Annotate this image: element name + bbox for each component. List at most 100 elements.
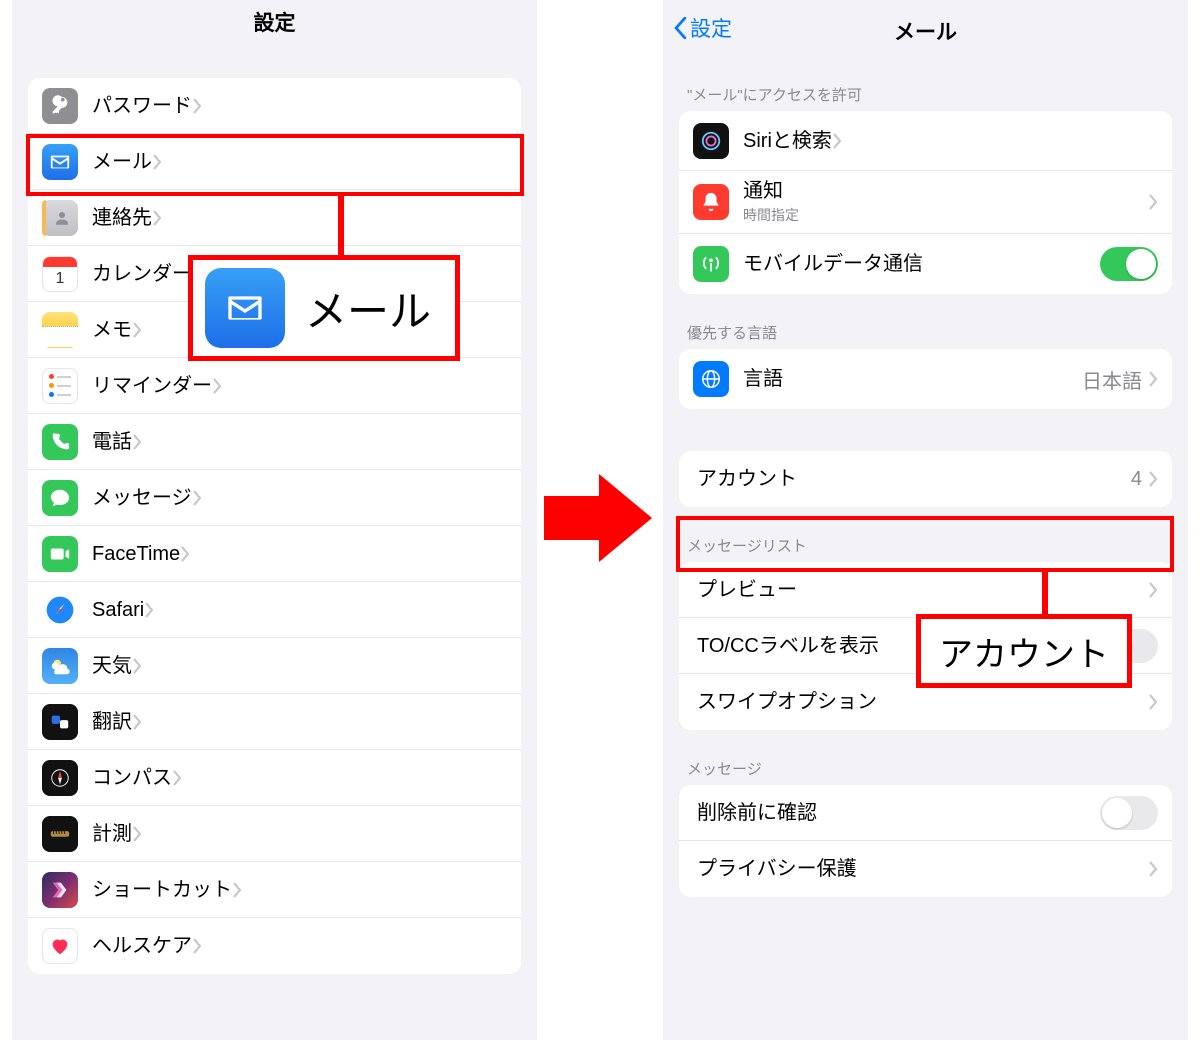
- row-label: 天気: [92, 654, 132, 678]
- row-label: FaceTime: [92, 542, 180, 566]
- cellular-toggle[interactable]: [1100, 247, 1158, 281]
- chevron-right-icon: [212, 378, 222, 394]
- health-icon: [42, 928, 78, 964]
- row-label: 言語: [743, 367, 783, 391]
- chevron-right-icon: [1148, 861, 1158, 877]
- back-button[interactable]: 設定: [673, 0, 732, 56]
- chevron-right-icon: [1148, 582, 1158, 598]
- row-label: カレンダー: [92, 262, 192, 286]
- row-reminders[interactable]: リマインダー: [28, 358, 521, 414]
- row-siri[interactable]: Siriと検索: [679, 111, 1172, 171]
- nav-title-right: メール: [894, 16, 957, 46]
- chevron-right-icon: [152, 210, 162, 226]
- mail-settings-list: "メール"にアクセスを許可 Siriと検索 通知 時間指定: [663, 84, 1188, 897]
- translate-icon: [42, 704, 78, 740]
- row-privacy[interactable]: プライバシー保護: [679, 841, 1172, 897]
- section-header-access: "メール"にアクセスを許可: [679, 84, 1172, 111]
- row-language[interactable]: 言語 日本語: [679, 349, 1172, 409]
- row-label: 翻訳: [92, 710, 132, 734]
- row-compass[interactable]: コンパス: [28, 750, 521, 806]
- chevron-right-icon: [1148, 471, 1158, 487]
- globe-icon: [693, 361, 729, 397]
- chevron-right-icon: [132, 434, 142, 450]
- row-messages[interactable]: メッセージ: [28, 470, 521, 526]
- row-contacts[interactable]: 連絡先: [28, 190, 521, 246]
- safari-icon: [42, 592, 78, 628]
- row-safari[interactable]: Safari: [28, 582, 521, 638]
- row-measure[interactable]: 計測: [28, 806, 521, 862]
- group-msg: 削除前に確認 プライバシー保護: [679, 785, 1172, 897]
- chevron-right-icon: [132, 826, 142, 842]
- row-label: モバイルデータ通信: [743, 252, 923, 276]
- callout-mail-text: メール: [305, 278, 431, 339]
- connector-mail: [338, 196, 344, 260]
- measure-icon: [42, 816, 78, 852]
- connector-account: [1042, 572, 1048, 618]
- phone-icon: [42, 424, 78, 460]
- row-facetime[interactable]: FaceTime: [28, 526, 521, 582]
- chevron-right-icon: [180, 546, 190, 562]
- chevron-left-icon: [673, 17, 688, 39]
- row-value: 4: [1131, 468, 1142, 491]
- callout-account-text: アカウント: [939, 627, 1109, 676]
- settings-group: パスワード メール: [28, 78, 521, 974]
- row-health[interactable]: ヘルスケア: [28, 918, 521, 974]
- chevron-right-icon: [192, 938, 202, 954]
- row-label: TO/CCラベルを表示: [697, 634, 879, 658]
- row-label: Safari: [92, 598, 144, 622]
- arrow-right-icon: [544, 468, 654, 568]
- callout-account: アカウント: [916, 614, 1132, 688]
- nav-title-left: 設定: [254, 7, 296, 37]
- row-cellular[interactable]: モバイルデータ通信: [679, 234, 1172, 294]
- row-label: Siriと検索: [743, 129, 832, 153]
- confirm-toggle[interactable]: [1100, 796, 1158, 830]
- notes-icon: [42, 312, 78, 348]
- chevron-right-icon: [232, 882, 242, 898]
- shortcuts-icon: [42, 872, 78, 908]
- group-access: Siriと検索 通知 時間指定 モバイルデータ通信: [679, 111, 1172, 294]
- highlight-account-row: [676, 516, 1174, 572]
- row-label: プレビュー: [697, 578, 797, 602]
- row-label: 連絡先: [92, 206, 152, 230]
- antenna-icon: [693, 246, 729, 282]
- row-phone[interactable]: 電話: [28, 414, 521, 470]
- section-header-msg: メッセージ: [679, 758, 1172, 785]
- row-accounts[interactable]: アカウント 4: [679, 451, 1172, 507]
- contacts-icon: [42, 200, 78, 236]
- bell-icon: [693, 184, 729, 220]
- highlight-mail-row: [26, 134, 524, 196]
- compass-icon: [42, 760, 78, 796]
- row-label: 計測: [92, 822, 132, 846]
- row-label: スワイプオプション: [697, 690, 877, 714]
- key-icon: [42, 88, 78, 124]
- chevron-right-icon: [132, 658, 142, 674]
- row-sublabel: 時間指定: [743, 205, 1148, 225]
- row-label: メモ: [92, 318, 132, 342]
- row-value: 日本語: [1082, 365, 1142, 394]
- callout-mail: メール: [188, 255, 460, 361]
- nav-bar-left: 設定: [12, 0, 537, 44]
- row-shortcuts[interactable]: ショートカット: [28, 862, 521, 918]
- row-label: アカウント: [697, 467, 797, 491]
- weather-icon: [42, 648, 78, 684]
- back-label: 設定: [690, 13, 732, 43]
- row-notifications[interactable]: 通知 時間指定: [679, 171, 1172, 234]
- nav-bar-right: 設定 メール: [663, 0, 1188, 56]
- siri-icon: [693, 123, 729, 159]
- chevron-right-icon: [144, 602, 154, 618]
- chevron-right-icon: [1148, 371, 1158, 387]
- chevron-right-icon: [192, 98, 202, 114]
- row-confirm-delete[interactable]: 削除前に確認: [679, 785, 1172, 841]
- chevron-right-icon: [1148, 694, 1158, 710]
- facetime-icon: [42, 536, 78, 572]
- chevron-right-icon: [172, 770, 182, 786]
- row-passwords[interactable]: パスワード: [28, 78, 521, 134]
- row-translate[interactable]: 翻訳: [28, 694, 521, 750]
- mail-icon-large: [205, 268, 285, 348]
- chevron-right-icon: [832, 133, 842, 149]
- row-label: 通知: [743, 179, 1148, 203]
- row-label: メッセージ: [92, 486, 192, 510]
- row-weather[interactable]: 天気: [28, 638, 521, 694]
- chevron-right-icon: [192, 490, 202, 506]
- group-account: アカウント 4: [679, 451, 1172, 507]
